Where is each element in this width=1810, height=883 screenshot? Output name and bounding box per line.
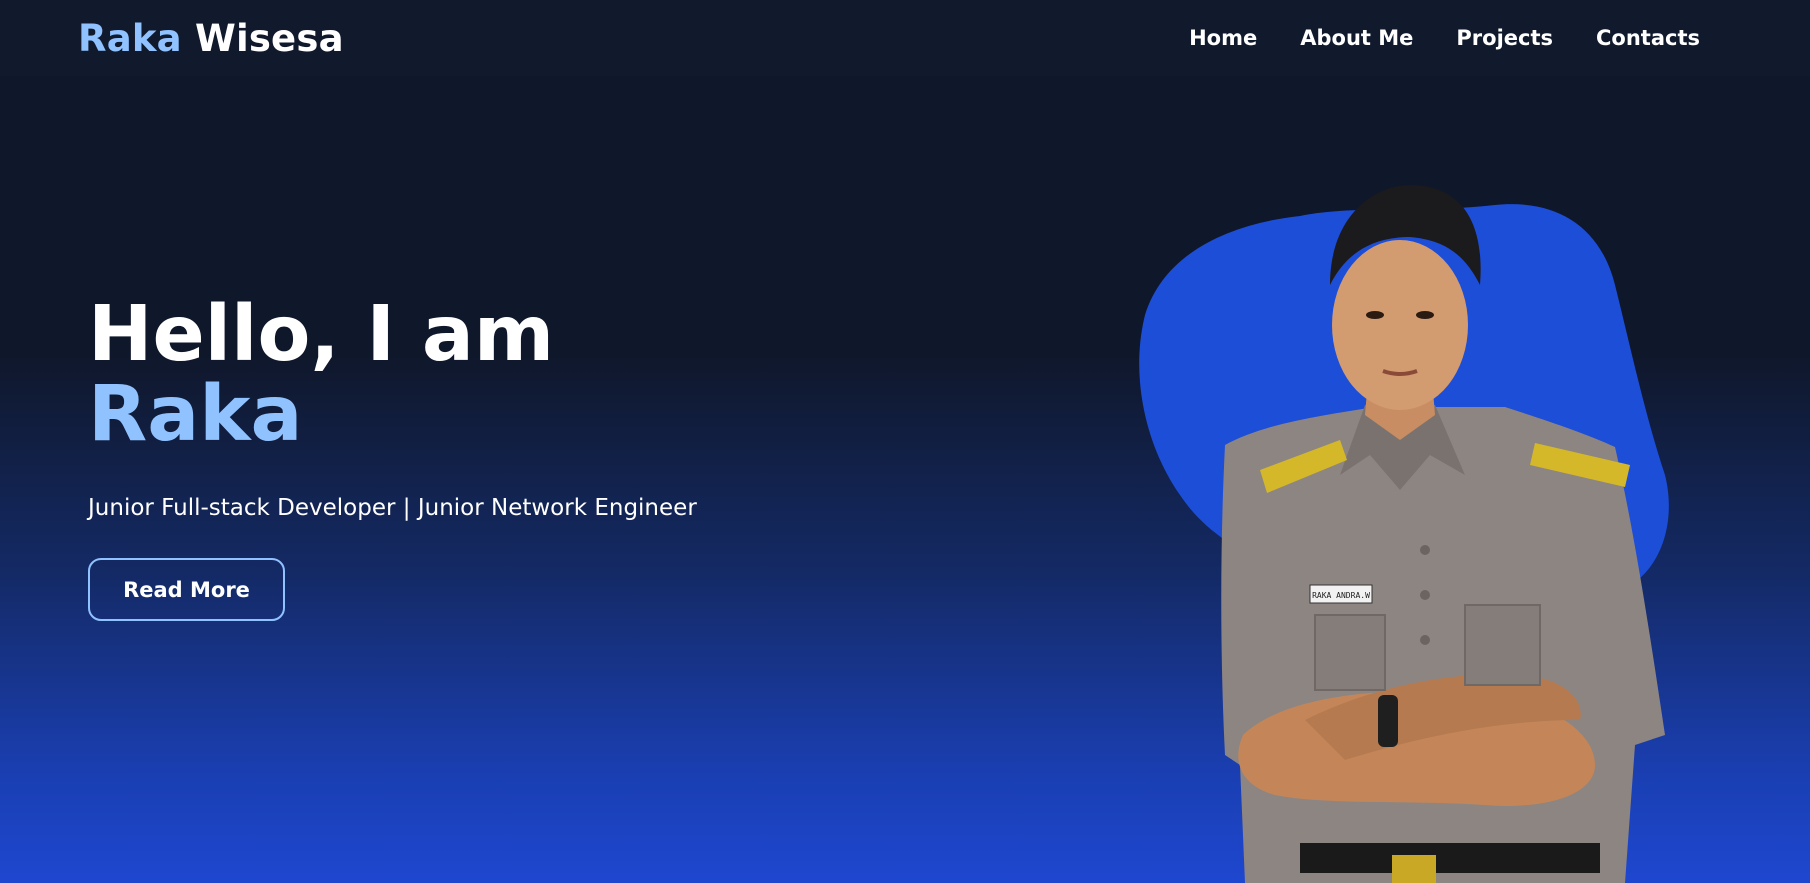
nav-link-contacts[interactable]: Contacts xyxy=(1596,26,1700,50)
hero-greeting: Hello, I am xyxy=(88,290,555,379)
portrait-pocket-right xyxy=(1464,604,1541,686)
hero-tagline: Junior Full-stack Developer | Junior Net… xyxy=(88,495,697,521)
portrait-face xyxy=(1332,240,1468,410)
portrait-button-3 xyxy=(1420,635,1430,645)
portrait-button-2 xyxy=(1420,590,1430,600)
portrait-eye-right xyxy=(1416,311,1434,319)
portrait-eye-left xyxy=(1366,311,1384,319)
portrait-belt xyxy=(1300,843,1600,873)
portrait-button-1 xyxy=(1420,545,1430,555)
brand-first-name: Raka xyxy=(78,16,182,60)
brand-last-name: Wisesa xyxy=(194,16,344,60)
portrait-name-tag: RAKA ANDRA.W xyxy=(1312,591,1370,600)
portrait-pocket-left xyxy=(1314,614,1386,691)
hero-section: Hello, I am Raka Junior Full-stack Devel… xyxy=(88,290,697,522)
navbar: Raka Wisesa Home About Me Projects Conta… xyxy=(0,0,1810,76)
read-more-button[interactable]: Read More xyxy=(88,558,285,621)
portrait-watch xyxy=(1378,695,1398,747)
hero-portrait: RAKA ANDRA.W xyxy=(1139,185,1669,883)
portrait-belt-buckle xyxy=(1392,855,1436,883)
nav-links: Home About Me Projects Contacts xyxy=(1189,26,1700,50)
hero-name: Raka xyxy=(88,370,303,459)
nav-link-home[interactable]: Home xyxy=(1189,26,1257,50)
nav-link-projects[interactable]: Projects xyxy=(1456,26,1553,50)
nav-link-about-me[interactable]: About Me xyxy=(1300,26,1413,50)
brand-logo[interactable]: Raka Wisesa xyxy=(78,20,344,57)
